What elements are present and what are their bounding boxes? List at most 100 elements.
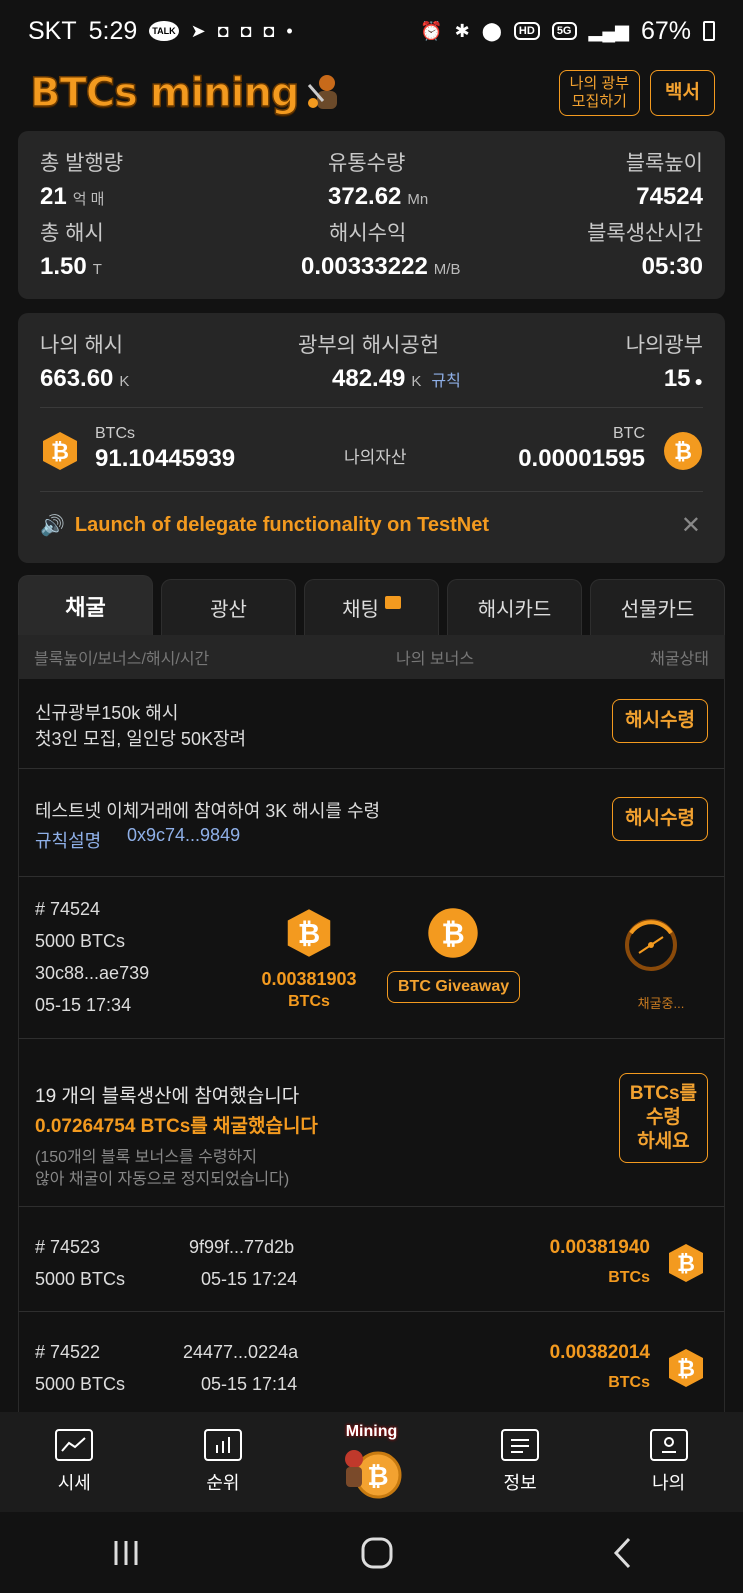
block-time: 05-15 17:24 [201,1269,298,1289]
summary-mined: 0.07264754 BTCs를 채굴했습니다 [35,1116,318,1137]
mining-summary-row: 19 개의 블록생산에 참여했습니다 0.07264754 BTCs를 채굴했습… [18,1039,725,1207]
bonus-value: 0.00381903 [261,969,357,989]
announcement-bar[interactable]: 🔊 Launch of delegate functionality on Te… [40,513,489,538]
miner-contrib-unit: K [411,373,422,390]
table-row[interactable]: # 74523 9f99f...77d2b 5000 BTCs 05-15 17… [18,1207,725,1312]
btcs-coin-icon: ₿ [669,1244,703,1282]
miner-mascot-icon [307,75,337,109]
nav-ranking[interactable]: 순위 [173,1429,273,1495]
close-icon[interactable]: ✕ [681,511,701,540]
block-reward: 5000 BTCs [35,1269,126,1289]
my-hash-label: 나의 해시 [40,334,124,357]
mining-status: 채굴중... [637,996,685,1011]
circulation-label: 유통수량 [328,152,406,175]
block-time-label: 블록생산시간 [587,222,703,245]
recruit-miner-button[interactable]: 나의 광부 모집하기 [558,70,641,116]
chat-badge-icon [384,596,401,609]
claim-btcs-line3: 하세요 [637,1131,690,1152]
my-miners-stat[interactable]: 나의광부 15 ● [626,329,703,393]
total-issued-label: 총 발행량 [40,152,124,175]
bottom-nav: 시세 순위 Mining ₿ 정보 나의 [0,1412,743,1512]
divider [40,407,703,408]
claim-btcs-line2: 수령 [645,1107,681,1128]
clock: 5:29 [88,16,138,45]
block-time: 05-15 17:14 [201,1374,298,1394]
miner-contrib-value: 482.49 [332,365,406,392]
block-time: 05-15 17:34 [35,995,132,1015]
miner-contrib-label: 광부의 해시공헌 [298,334,440,357]
svg-text:₿: ₿ [677,1357,695,1382]
tab-mining[interactable]: 채굴 [18,575,153,635]
document-icon [501,1429,540,1461]
tab-chat[interactable]: 채팅 [304,579,439,635]
btc-giveaway-button[interactable]: BTC Giveaway [387,971,521,1003]
recruit-label-line1: 나의 광부 [569,75,630,92]
rules-description-link[interactable]: 규칙설명 [35,827,101,853]
total-hash-unit: T [92,261,102,278]
claim-hash-button[interactable]: 해시수령 [612,699,708,743]
app-notification-icon: ◘ [217,20,229,41]
whitepaper-button[interactable]: 백서 [650,70,715,116]
btc-balance: BTC 0.00001595 [518,425,645,473]
bonus-value: 0.00382014 [549,1342,650,1363]
tab-chat-label: 채팅 [342,599,379,621]
nav-mining[interactable]: Mining ₿ [321,1423,421,1501]
my-account-card: 나의 해시 663.60 K 광부의 해시공헌 482.49 K 규칙 나의광부 15… [18,313,725,563]
btc-label: BTC [613,425,645,442]
total-issued-stat: 총 발행량 21 억 매 [40,147,123,211]
bonus-unit: BTCs [288,993,330,1010]
address-link[interactable]: 0x9c74...9849 [127,825,240,846]
svg-text:₿: ₿ [368,1462,389,1492]
circulation-value: 372.62 [328,183,402,210]
total-issued-value: 21 [40,183,67,210]
my-miners-value: 15 [663,365,691,392]
nav-mining-label: Mining [345,1423,398,1440]
block-height-label: 블록높이 [625,152,703,175]
my-hash-value: 663.60 [40,365,114,392]
bonus-unit: BTCs [608,1269,650,1286]
promo-row: 신규광부150k 해시 첫3인 모집, 일인당 50K장려 해시수령 [18,679,725,769]
svg-text:₿: ₿ [677,1252,695,1277]
promo-line1: 신규광부150k 해시 [35,703,179,723]
nav-market[interactable]: 시세 [24,1429,124,1495]
app-notification-icon: ◘ [263,20,275,41]
block-height: # 74522 [35,1342,101,1362]
tab-gift-card[interactable]: 선물카드 [590,579,725,635]
tab-hash-card[interactable]: 해시카드 [447,579,582,635]
tab-mine[interactable]: 광산 [161,579,296,635]
circulation-stat: 유통수량 372.62 Mn [328,147,428,211]
svg-text:₿: ₿ [441,916,464,950]
svg-text:₿: ₿ [298,918,320,950]
table-row[interactable]: # 74522 24477...0224a 5000 BTCs 05-15 17… [18,1312,725,1422]
location-icon: ⬤ [481,20,502,41]
app-header: BTCs mining 나의 광부 모집하기 백서 [0,62,743,124]
promo-row: 테스트넷 이체거래에 참여하여 3K 해시를 수령 규칙설명 0x9c74...… [18,769,725,877]
current-block-row: # 74524 5000 BTCs 30c88...ae739 05-15 17… [18,877,725,1039]
btc-coin-icon: ₿ [428,908,478,958]
summary-note-line2: 않아 채굴이 자동으로 정지되었습니다) [35,1171,290,1188]
promo-line1: 테스트넷 이체거래에 참여하여 3K 해시를 수령 [35,801,381,821]
block-reward: 5000 BTCs [35,931,126,951]
claim-btcs-button[interactable]: BTCs를 수령 하세요 [618,1073,708,1163]
bluetooth-icon: ✱ [454,20,470,41]
claim-hash-button[interactable]: 해시수령 [612,797,708,841]
nav-my[interactable]: 나의 [619,1429,719,1495]
back-icon[interactable] [611,1536,635,1570]
recent-apps-icon[interactable] [109,1538,143,1568]
my-hash-unit: K [119,373,130,390]
chart-line-icon [55,1429,94,1461]
rules-link[interactable]: 규칙 [431,373,460,390]
nav-info[interactable]: 정보 [470,1429,570,1495]
claim-btcs-line1: BTCs를 [629,1083,697,1104]
telegram-icon: ➤ [190,20,206,41]
home-icon[interactable] [360,1536,394,1570]
total-hash-label: 총 해시 [40,222,104,245]
logo-text: BTCs mining [29,69,300,117]
block-reward: 5000 BTCs [35,1374,126,1394]
miner-contrib-stat: 광부의 해시공헌 482.49 K 규칙 [298,329,461,393]
tab-bar: 채굴 광산 채팅 해시카드 선물카드 [0,575,743,635]
5g-icon: 5G [551,22,577,40]
nav-ranking-label: 순위 [206,1473,240,1493]
block-height: # 74523 [35,1237,101,1257]
total-issued-unit: 억 매 [72,191,105,208]
